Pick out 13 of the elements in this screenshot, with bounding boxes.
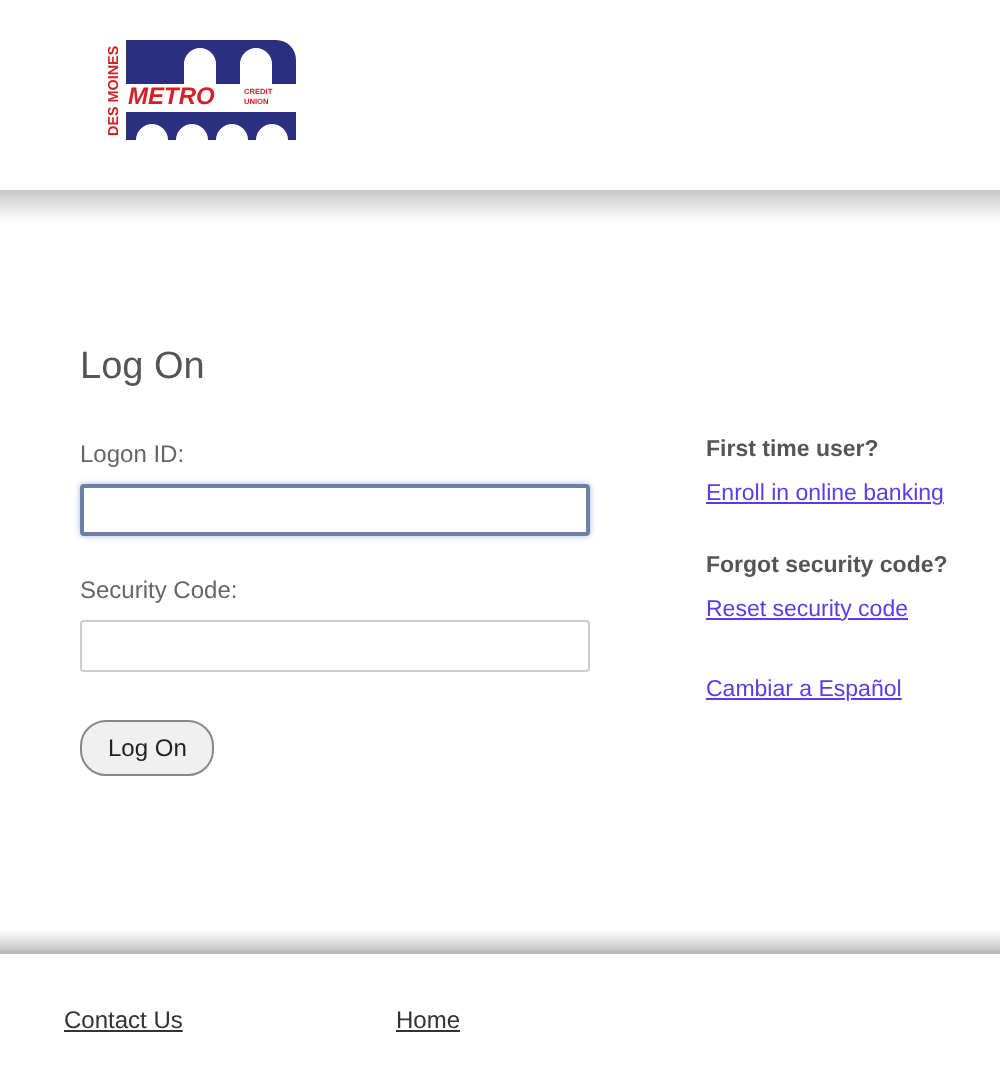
field-label: Logon ID: <box>80 437 187 472</box>
help-heading: Forgot security code? <box>706 551 950 581</box>
field-label: Security Code: <box>80 573 240 608</box>
help-link[interactable]: Reset security code <box>706 593 908 628</box>
log-on-button[interactable]: Log On <box>80 719 215 776</box>
help-link[interactable]: Enroll in online banking <box>706 478 944 513</box>
footer-link[interactable]: Contact Us <box>64 1006 183 1034</box>
help-heading: First time user? <box>706 436 881 466</box>
footer-link[interactable]: Home <box>396 1006 461 1034</box>
input-field[interactable] <box>80 619 590 672</box>
form-title: Log On <box>80 346 207 392</box>
help-link[interactable]: Cambiar a Español <box>706 674 902 709</box>
input-field[interactable] <box>80 483 590 536</box>
